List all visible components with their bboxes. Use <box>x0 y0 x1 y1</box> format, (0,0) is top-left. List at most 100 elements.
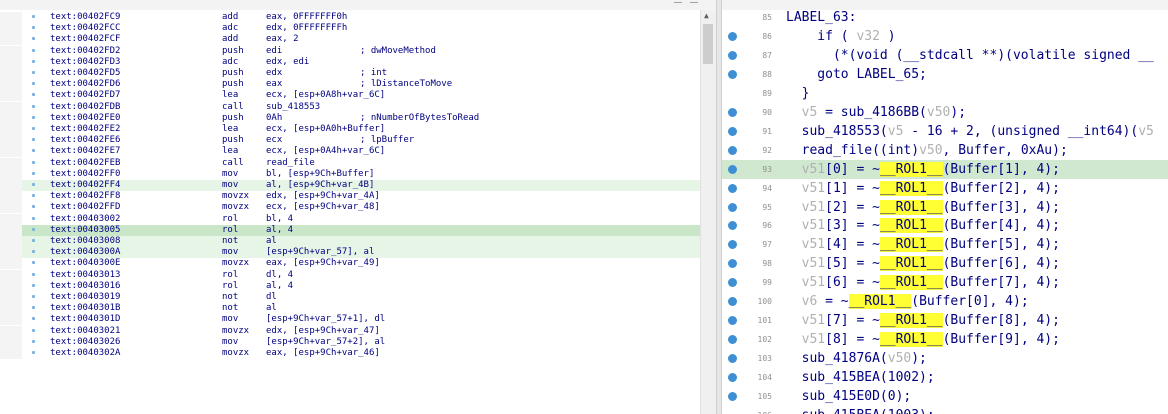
pseudocode-line[interactable]: 85 LABEL_63: <box>722 10 1168 27</box>
asm-address: text:0040300E <box>50 258 121 269</box>
asm-line[interactable]: text:00403019 not dl <box>0 292 700 303</box>
asm-line[interactable]: text:00403016 rol al, 4 <box>0 280 700 292</box>
asm-line[interactable]: text:00402FD5 push edx ; int <box>0 68 700 79</box>
asm-address: text:00403002 <box>50 213 121 224</box>
line-number: 95 <box>762 202 772 212</box>
restore-icon[interactable] <box>690 2 698 3</box>
asm-gutter <box>0 23 22 35</box>
asm-comment: ; lDistanceToMove <box>360 79 453 90</box>
asm-line[interactable]: text:0040302A movzx eax, [esp+9Ch+var_46] <box>0 348 700 359</box>
breakpoint-dot-icon[interactable] <box>728 183 737 193</box>
breakpoint-dot-icon[interactable] <box>728 297 737 307</box>
pseudocode-line[interactable]: 104 sub_415BEA(1002); <box>722 368 1168 387</box>
disassembly-view[interactable]: text:00402FC9 add eax, 0FFFFFFF0h text:0040… <box>0 10 716 414</box>
asm-line[interactable]: text:00402FE7 lea ecx, [esp+0A4h+var_6C] <box>0 146 700 158</box>
breakpoint-dot-icon[interactable] <box>728 202 737 212</box>
pseudocode-line[interactable]: 105 sub_415E0D(0); <box>722 387 1168 406</box>
asm-operands: edx, [esp+9Ch+var_4A] <box>266 191 380 202</box>
minimize-icon[interactable] <box>674 2 682 3</box>
pseudocode-line[interactable]: 99 v51[6] = ~__ROL1__(Buffer[7], 4); <box>722 273 1168 292</box>
asm-line[interactable]: text:00403026 mov [esp+9Ch+var_57+2], al <box>0 336 700 348</box>
breakpoint-dot-icon[interactable] <box>728 126 737 136</box>
asm-line[interactable]: text:00402FCC adc edx, 0FFFFFFFFh <box>0 23 700 35</box>
asm-gutter <box>0 269 22 281</box>
pseudocode-line[interactable]: 95 v51[2] = ~__ROL1__(Buffer[3], 4); <box>722 198 1168 217</box>
breakpoint-dot-icon[interactable] <box>728 107 737 117</box>
asm-line[interactable]: text:00402FD6 push eax ; lDistanceToMove <box>0 79 700 91</box>
asm-line[interactable]: text:00403008 not al <box>0 236 700 247</box>
scrollbar-thumb[interactable] <box>703 24 713 64</box>
pseudocode-line[interactable]: 92 read_file((int)v50, Buffer, 0xAu); <box>722 141 1168 160</box>
pseudocode-line[interactable]: 101 v51[7] = ~__ROL1__(Buffer[8], 4); <box>722 311 1168 330</box>
asm-line[interactable]: text:00402FE2 lea ecx, [esp+0A0h+Buffer] <box>0 124 700 135</box>
line-number: 87 <box>762 50 772 60</box>
breakpoint-dot-icon[interactable] <box>728 69 737 79</box>
breakpoint-dot-icon[interactable] <box>728 31 737 41</box>
pseudocode-line[interactable]: 86 if ( v32 ) <box>722 27 1168 46</box>
asm-line[interactable]: text:00403002 rol bl, 4 <box>0 213 700 225</box>
asm-line[interactable]: text:00402FFD movzx ecx, [esp+9Ch+var_48] <box>0 202 700 214</box>
breakpoint-dot-icon[interactable] <box>728 316 737 326</box>
pseudocode-line[interactable]: 91 sub_418553(v5 - 16 + 2, (unsigned __i… <box>722 122 1168 141</box>
line-number: 89 <box>762 88 772 98</box>
asm-mnemonic: movzx <box>222 191 250 202</box>
asm-line[interactable]: text:00402FDB call sub_418553 <box>0 101 700 113</box>
pseudocode-line[interactable]: 103 sub_41876A(v50); <box>722 349 1168 368</box>
breakpoint-dot-icon[interactable] <box>728 221 737 231</box>
asm-line[interactable]: text:00402FD3 adc edx, edi <box>0 56 700 68</box>
line-number: 91 <box>762 126 772 136</box>
breakpoint-dot-icon[interactable] <box>728 335 737 345</box>
pseudocode-line[interactable]: 106 sub_415BEA(1003); <box>722 406 1168 414</box>
asm-line[interactable]: text:00402FF8 movzx edx, [esp+9Ch+var_4A] <box>0 191 700 203</box>
pseudocode-line[interactable]: 102 v51[8] = ~__ROL1__(Buffer[9], 4); <box>722 330 1168 349</box>
line-number: 90 <box>762 107 772 117</box>
asm-gutter <box>0 79 22 91</box>
asm-gutter <box>0 247 22 259</box>
asm-line[interactable]: text:0040300A mov [esp+9Ch+var_57], al <box>0 247 700 259</box>
pseudocode-line[interactable]: 97 v51[4] = ~__ROL1__(Buffer[5], 4); <box>722 235 1168 254</box>
pseudocode-line[interactable]: 94 v51[1] = ~__ROL1__(Buffer[2], 4); <box>722 179 1168 198</box>
asm-line[interactable]: text:00402FC9 add eax, 0FFFFFFF0h <box>0 12 700 23</box>
asm-line[interactable]: text:00403013 rol dl, 4 <box>0 269 700 281</box>
asm-bullet-icon <box>32 261 35 265</box>
asm-line[interactable]: text:00403021 movzx edx, [esp+9Ch+var_47] <box>0 325 700 337</box>
asm-line[interactable]: text:00403005 rol al, 4 <box>0 224 700 236</box>
pseudocode-line[interactable]: 89 } <box>722 84 1168 103</box>
breakpoint-dot-icon[interactable] <box>728 50 737 60</box>
asm-line[interactable]: text:00402FE6 push ecx ; lpBuffer <box>0 135 700 147</box>
asm-line[interactable]: text:0040300E movzx eax, [esp+9Ch+var_49] <box>0 258 700 270</box>
asm-line[interactable]: text:0040301B not al <box>0 303 700 315</box>
pseudocode-view[interactable]: 85 LABEL_63: 86 if ( v32 ) 87 (*(void (__st… <box>722 10 1168 414</box>
pseudocode-line[interactable]: 90 v5 = sub_4186BB(v50); <box>722 103 1168 122</box>
breakpoint-dot-icon[interactable] <box>728 164 737 174</box>
breakpoint-dot-icon[interactable] <box>728 373 737 383</box>
asm-operands: bl, [esp+9Ch+Buffer] <box>266 168 375 179</box>
asm-line[interactable]: text:00402FCF add eax, 2 <box>0 34 700 46</box>
breakpoint-dot-icon[interactable] <box>728 259 737 269</box>
asm-line[interactable]: text:0040301D mov [esp+9Ch+var_57+1], dl <box>0 314 700 326</box>
asm-line[interactable]: text:00402FF0 mov bl, [esp+9Ch+Buffer] <box>0 168 700 180</box>
pseudocode-line[interactable]: 87 (*(void (__stdcall **)(volatile signe… <box>722 46 1168 65</box>
asm-address: text:0040301D <box>50 314 121 325</box>
asm-gutter <box>0 314 22 326</box>
pseudocode-line[interactable]: 98 v51[5] = ~__ROL1__(Buffer[6], 4); <box>722 254 1168 273</box>
breakpoint-dot-icon[interactable] <box>728 278 737 288</box>
pseudocode-line[interactable]: 93 v51[0] = ~__ROL1__(Buffer[1], 4); <box>722 159 1168 179</box>
asm-line[interactable]: text:00402FEB call read_file <box>0 157 700 169</box>
breakpoint-dot-icon[interactable] <box>728 354 737 364</box>
pseudocode-line[interactable]: 100 v6 = ~__ROL1__(Buffer[0], 4); <box>722 292 1168 311</box>
disassembly-scrollbar[interactable]: ▲ <box>700 10 716 414</box>
asm-address: text:00402FD5 <box>50 68 121 78</box>
breakpoint-dot-icon[interactable] <box>728 145 737 155</box>
asm-line[interactable]: text:00402FD7 lea ecx, [esp+0A8h+var_6C] <box>0 90 700 102</box>
pseudocode-line[interactable]: 96 v51[3] = ~__ROL1__(Buffer[4], 4); <box>722 216 1168 235</box>
asm-line[interactable]: text:00402FD2 push edi ; dwMoveMethod <box>0 45 700 57</box>
breakpoint-dot-icon[interactable] <box>728 240 737 250</box>
pseudocode-line[interactable]: 88 goto LABEL_65; <box>722 65 1168 84</box>
asm-operands: [esp+9Ch+var_57+2], al <box>266 336 386 347</box>
breakpoint-dot-icon[interactable] <box>728 392 737 401</box>
asm-line[interactable]: text:00402FF4 mov al, [esp+9Ch+var_4B] <box>0 180 700 191</box>
scroll-up-icon[interactable]: ▲ <box>704 12 709 20</box>
line-number: 101 <box>757 316 772 326</box>
asm-line[interactable]: text:00402FE0 push 0Ah ; nNumberOfBytesToRe… <box>0 112 700 124</box>
